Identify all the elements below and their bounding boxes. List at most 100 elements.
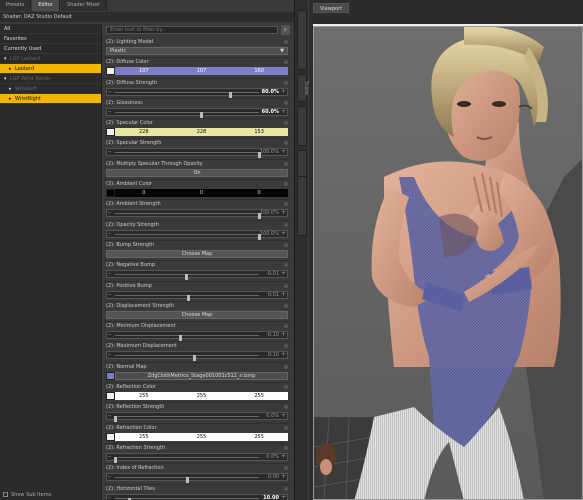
slider-value[interactable]: 10.00 [263, 495, 279, 500]
property-options-icon[interactable] [284, 40, 288, 44]
tree-item[interactable]: Currently Used [0, 44, 101, 54]
property-options-icon[interactable] [284, 242, 288, 247]
slider-track[interactable] [114, 456, 259, 463]
side-tab[interactable]: Scene [297, 74, 308, 102]
rgb-values[interactable]: 255 255 255 [115, 392, 288, 401]
property-slider[interactable]: – 100.0% + [106, 148, 288, 159]
slider-thumb[interactable] [229, 91, 233, 98]
property-options-icon[interactable] [284, 486, 288, 491]
property-slider[interactable]: – 10.00 + [106, 493, 288, 500]
property-slider[interactable]: – -0.01 + [106, 270, 288, 281]
tab-editor[interactable]: Editor [32, 0, 61, 11]
increment-icon[interactable]: + [281, 291, 286, 298]
decrement-icon[interactable]: – [108, 148, 111, 155]
property-slider[interactable]: – 100.0% + [106, 229, 288, 240]
color-swatch[interactable] [106, 189, 115, 198]
decrement-icon[interactable]: – [108, 209, 111, 216]
rgb-values[interactable]: 228 228 153 [115, 128, 288, 137]
slider-track[interactable] [115, 274, 259, 281]
property-options-icon[interactable] [284, 324, 288, 329]
slider-thumb[interactable] [114, 416, 117, 423]
slider-track[interactable] [115, 213, 261, 220]
color-swatch[interactable] [106, 392, 115, 401]
property-slider[interactable]: – 0.0% + [106, 412, 288, 423]
map-swatch[interactable] [106, 371, 115, 380]
rgb-component[interactable]: 0 [258, 190, 261, 196]
property-slider[interactable]: – 60.0% + [106, 107, 288, 118]
chevron-down-icon[interactable]: ▼ [280, 48, 284, 55]
rgb-component[interactable]: 255 [139, 434, 149, 440]
slider-value[interactable]: 100.0% [260, 149, 279, 156]
color-swatch[interactable] [106, 432, 115, 441]
color-field[interactable]: 107 107 160 [106, 67, 288, 76]
tree-item[interactable]: All [0, 24, 101, 34]
color-swatch[interactable] [106, 67, 115, 76]
slider-thumb[interactable] [184, 274, 188, 281]
side-tab[interactable]: Surfaces (Color) [297, 176, 320, 236]
property-options-icon[interactable] [284, 121, 288, 126]
slider-value[interactable]: 0.0% [266, 454, 279, 461]
slider-thumb[interactable] [186, 477, 189, 484]
increment-icon[interactable]: + [281, 412, 286, 419]
slider-value[interactable]: 0.0% [266, 413, 279, 420]
slider-track[interactable] [115, 294, 259, 301]
slider-thumb[interactable] [178, 335, 182, 342]
slider-value[interactable]: -0.01 [266, 271, 279, 278]
property-options-icon[interactable] [284, 161, 288, 166]
increment-icon[interactable]: + [281, 351, 286, 358]
property-options-icon[interactable] [284, 182, 288, 187]
tab-presets[interactable]: Presets [0, 0, 32, 11]
decrement-icon[interactable]: – [108, 270, 111, 277]
color-field[interactable]: 0 0 0 [106, 189, 288, 198]
property-options-icon[interactable] [284, 303, 288, 308]
color-field[interactable]: 228 228 153 [106, 128, 288, 137]
property-button[interactable]: On [106, 168, 288, 177]
rgb-values[interactable]: 255 255 255 [115, 432, 288, 441]
viewport-canvas[interactable] [313, 26, 583, 500]
decrement-icon[interactable]: – [108, 331, 111, 338]
decrement-icon[interactable]: – [108, 351, 111, 358]
decrement-icon[interactable]: – [108, 108, 111, 115]
show-sub-items-option[interactable]: Show Sub Items [3, 492, 51, 498]
property-options-icon[interactable] [284, 60, 288, 65]
tree-item[interactable]: ▾ LGF Leotard [0, 54, 101, 64]
slider-thumb[interactable] [114, 456, 117, 463]
property-options-icon[interactable] [284, 466, 288, 471]
increment-icon[interactable]: + [281, 108, 286, 115]
rgb-component[interactable]: 255 [254, 434, 264, 440]
rgb-component[interactable]: 160 [254, 68, 264, 74]
viewport-tab[interactable]: Viewport [313, 3, 350, 13]
rgb-component[interactable]: 153 [254, 129, 264, 135]
color-swatch[interactable] [106, 128, 115, 137]
slider-value[interactable]: 0.00 [268, 474, 279, 481]
slider-track[interactable] [115, 355, 259, 362]
property-slider[interactable]: – 100.0% + [106, 209, 288, 220]
increment-icon[interactable]: + [281, 453, 286, 460]
slider-value[interactable]: -0.10 [266, 332, 279, 339]
rgb-component[interactable]: 228 [197, 129, 207, 135]
property-slider[interactable]: – 80.0% + [106, 87, 288, 98]
decrement-icon[interactable]: – [108, 473, 111, 480]
slider-value[interactable]: 100.0% [260, 231, 279, 238]
slider-track[interactable] [115, 152, 261, 159]
property-slider[interactable]: – 0.01 + [106, 290, 288, 301]
property-button[interactable]: Choose Map [106, 249, 288, 258]
property-options-icon[interactable] [284, 283, 288, 288]
property-slider[interactable]: – 0.10 + [106, 351, 288, 362]
property-options-icon[interactable] [284, 263, 288, 268]
property-dropdown[interactable]: Plastic ▼ [106, 47, 288, 55]
property-options-icon[interactable] [284, 385, 288, 390]
color-field[interactable]: 255 255 255 [106, 392, 288, 401]
slider-thumb[interactable] [187, 294, 191, 301]
slider-track[interactable] [115, 477, 259, 484]
property-options-icon[interactable] [284, 100, 288, 105]
slider-value[interactable]: 0.01 [268, 292, 279, 299]
rgb-values[interactable]: 107 107 160 [115, 67, 288, 76]
rgb-component[interactable]: 255 [139, 393, 149, 399]
side-tab[interactable]: Parameters [297, 106, 314, 146]
increment-icon[interactable]: + [281, 148, 286, 155]
side-tab[interactable]: Scene Options [297, 10, 318, 70]
decrement-icon[interactable]: – [108, 494, 111, 500]
property-slider[interactable]: – 0.00 + [106, 473, 288, 484]
property-options-icon[interactable] [284, 364, 288, 369]
